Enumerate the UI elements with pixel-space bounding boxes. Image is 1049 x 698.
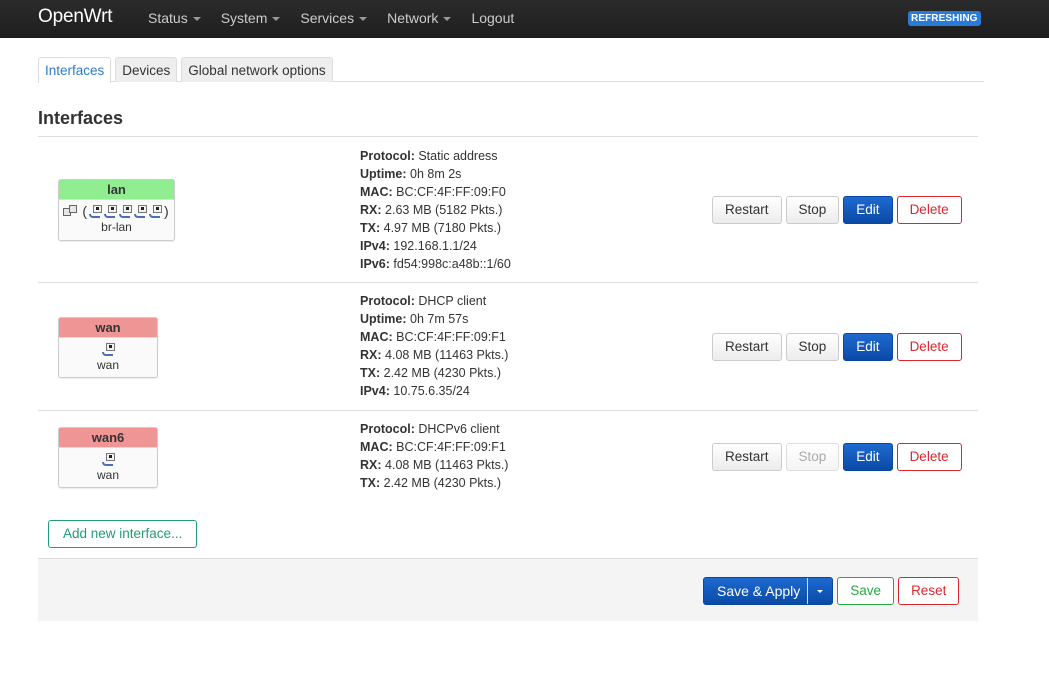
menu-network-label: Network [387,10,439,26]
detail-tx: TX: 4.97 MB (7180 Pkts.) [360,221,502,235]
top-navbar: OpenWrt Status System Services Network L… [0,0,1049,38]
ethernet-port-icon [101,452,115,466]
menu-logout-label: Logout [471,10,515,26]
ethernet-port-icon [101,342,115,356]
save-apply-button[interactable]: Save & Apply [704,578,807,604]
row-actions: Restart Stop Edit Delete [712,196,966,224]
refreshing-badge[interactable]: REFRESHING [908,11,981,26]
detail-ipv4: IPv4: 10.75.6.35/24 [360,384,470,398]
tab-bar: Interfaces Devices Global network option… [38,57,984,83]
stop-button[interactable]: Stop [785,443,840,471]
detail-tx: TX: 2.42 MB (4230 Pkts.) [360,476,502,490]
bridge-icon [63,204,79,218]
detail-rx: RX: 2.63 MB (5182 Pkts.) [360,203,503,217]
reset-button[interactable]: Reset [898,577,960,605]
detail-protocol: Protocol: Static address [360,149,498,163]
interface-row-wan: wan wan Protocol: DHCP client Uptime: 0h… [38,282,978,410]
menu-services-label: Services [300,10,355,26]
interface-row-lan: lan ( ) br-lan Protocol: Static address … [38,136,978,282]
restart-button[interactable]: Restart [712,333,782,361]
delete-button[interactable]: Delete [896,333,962,361]
interface-row-wan6: wan6 wan Protocol: DHCPv6 client MAC: BC… [38,410,978,510]
row-actions: Restart Stop Edit Delete [712,443,966,471]
detail-mac: MAC: BC:CF:4F:FF:09:F1 [360,330,506,344]
interface-name: wan6 [59,428,157,448]
detail-uptime: Uptime: 0h 8m 2s [360,167,462,181]
caret-down-icon [817,589,824,593]
paren-open: ( [82,203,87,219]
save-button[interactable]: Save [837,577,895,605]
stop-button[interactable]: Stop [785,333,840,361]
ethernet-port-icon [134,204,147,218]
save-apply-dropdown-toggle[interactable] [807,578,832,604]
tab-devices[interactable]: Devices [115,57,178,82]
edit-button[interactable]: Edit [843,196,893,224]
detail-ipv6: IPv6: fd54:998c:a48b::1/60 [360,257,511,271]
interface-details: Protocol: DHCP client Uptime: 0h 7m 57s … [360,292,508,400]
interfaces-table: lan ( ) br-lan Protocol: Static address … [38,136,978,510]
restart-button[interactable]: Restart [712,443,782,471]
footer-actions: Save & Apply Save Reset [703,577,963,605]
device-name: wan [96,358,119,372]
menu-status-label: Status [148,10,188,26]
detail-mac: MAC: BC:CF:4F:FF:09:F1 [360,440,506,454]
interface-name: wan [59,318,157,338]
page-title: Interfaces [38,108,124,128]
main-menu: Status System Services Network Logout [148,10,534,26]
delete-button[interactable]: Delete [896,443,962,471]
edit-button[interactable]: Edit [843,443,893,471]
edit-button[interactable]: Edit [843,333,893,361]
caret-down-icon [272,17,281,21]
menu-status[interactable]: Status [148,10,201,26]
ethernet-port-icon [119,204,132,218]
menu-system-label: System [220,10,268,26]
detail-rx: RX: 4.08 MB (11463 Pkts.) [360,458,509,472]
caret-down-icon [359,17,368,21]
port-list [59,340,157,358]
ethernet-port-icon [89,204,102,218]
port-list: ( ) [59,202,174,220]
tab-global-network-options[interactable]: Global network options [181,57,333,82]
caret-down-icon [443,17,452,21]
detail-uptime: Uptime: 0h 7m 57s [360,312,469,326]
menu-system[interactable]: System [221,10,281,26]
device-name: br-lan [101,220,132,234]
restart-button[interactable]: Restart [712,196,782,224]
detail-rx: RX: 4.08 MB (11463 Pkts.) [360,348,509,362]
brand-logo[interactable]: OpenWrt [38,6,112,28]
detail-ipv4: IPv4: 192.168.1.1/24 [360,239,477,253]
detail-protocol: Protocol: DHCPv6 client [360,422,500,436]
interface-details: Protocol: DHCPv6 client MAC: BC:CF:4F:FF… [360,420,508,492]
interface-badge-wan[interactable]: wan wan [58,317,158,378]
interface-badge-lan[interactable]: lan ( ) br-lan [58,179,175,241]
delete-button[interactable]: Delete [896,196,962,224]
ethernet-port-icon [104,204,117,218]
port-list [59,450,157,468]
interface-badge-wan6[interactable]: wan6 wan [58,427,158,488]
tab-interfaces[interactable]: Interfaces [38,57,112,83]
save-apply-split-button: Save & Apply [703,577,834,605]
detail-protocol: Protocol: DHCP client [360,294,487,308]
interface-details: Protocol: Static address Uptime: 0h 8m 2… [360,147,511,273]
ethernet-port-icon [149,204,162,218]
interface-name: lan [59,180,174,200]
detail-mac: MAC: BC:CF:4F:FF:09:F0 [360,185,506,199]
menu-services[interactable]: Services [300,10,368,26]
paren-close: ) [164,203,169,219]
add-interface-button[interactable]: Add new interface... [48,520,198,548]
menu-network[interactable]: Network [387,10,452,26]
device-name: wan [96,468,119,482]
stop-button[interactable]: Stop [785,196,840,224]
footer-actions-bar: Save & Apply Save Reset [38,558,978,621]
row-actions: Restart Stop Edit Delete [712,333,966,361]
menu-logout[interactable]: Logout [471,10,514,26]
detail-tx: TX: 2.42 MB (4230 Pkts.) [360,366,502,380]
caret-down-icon [192,17,201,21]
